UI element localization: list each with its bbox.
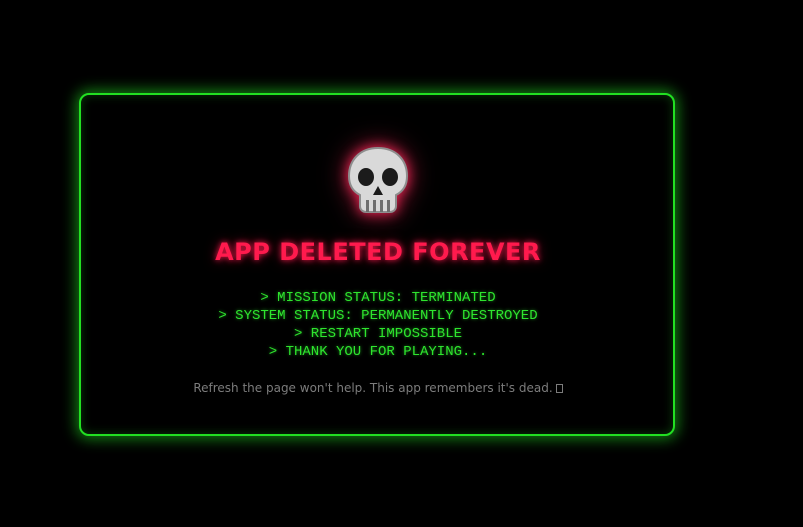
refresh-note-text: Refresh the page won't help. This app re… bbox=[193, 381, 553, 395]
status-line-restart: > RESTART IMPOSSIBLE bbox=[293, 326, 463, 342]
status-line-system: > SYSTEM STATUS: PERMANENTLY DESTROYED bbox=[218, 308, 538, 324]
missing-glyph-icon bbox=[555, 384, 563, 393]
refresh-note: Refresh the page won't help. This app re… bbox=[0, 381, 756, 395]
status-line-thanks: > THANK YOU FOR PLAYING... bbox=[268, 344, 488, 360]
status-log: > MISSION STATUS: TERMINATED > SYSTEM ST… bbox=[0, 289, 756, 361]
status-line-mission: > MISSION STATUS: TERMINATED bbox=[260, 290, 496, 306]
skull-icon bbox=[347, 146, 409, 213]
page-title: APP DELETED FOREVER bbox=[215, 238, 541, 266]
